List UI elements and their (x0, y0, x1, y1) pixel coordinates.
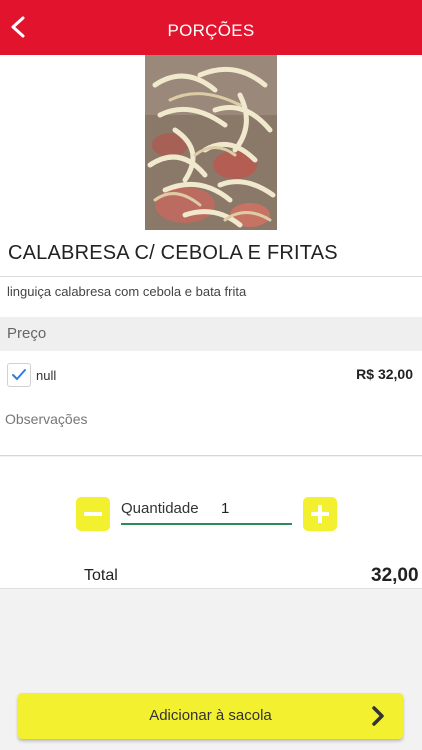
product-title: CALABRESA C/ CEBOLA E FRITAS (8, 242, 338, 264)
decrease-quantity-button[interactable] (76, 497, 110, 531)
option-label: null (36, 368, 57, 383)
product-title-section: CALABRESA C/ CEBOLA E FRITAS (0, 230, 422, 277)
checkmark-icon (12, 369, 26, 380)
option-checkbox[interactable] (7, 363, 31, 387)
total-value: 32,00 (371, 565, 419, 586)
price-section-header: Preço (0, 317, 422, 351)
option-price: R$ 32,00 (356, 366, 413, 382)
plus-icon (311, 505, 329, 523)
chevron-right-icon (372, 706, 384, 726)
total-label: Total (84, 567, 118, 584)
quantity-label: Quantidade (121, 500, 199, 517)
add-to-bag-label: Adicionar à sacola (149, 707, 272, 724)
product-description: linguiça calabresa com cebola e bata fri… (7, 284, 247, 299)
product-description-section: linguiça calabresa com cebola e bata fri… (0, 277, 422, 317)
price-options: null R$ 32,00 (0, 351, 422, 456)
add-to-bag-button[interactable]: Adicionar à sacola (18, 693, 403, 739)
price-section-label: Preço (7, 325, 47, 342)
quantity-value[interactable]: 1 (221, 500, 229, 517)
quantity-field[interactable]: Quantidade 1 (121, 499, 292, 525)
quantity-section: Quantidade 1 Total 32,00 (0, 457, 422, 589)
product-image (145, 55, 277, 230)
page-title: PORÇÕES (167, 21, 255, 40)
observations-input[interactable] (5, 407, 415, 431)
minus-icon (84, 512, 102, 516)
increase-quantity-button[interactable] (303, 497, 337, 531)
app-header: PORÇÕES (0, 0, 422, 55)
